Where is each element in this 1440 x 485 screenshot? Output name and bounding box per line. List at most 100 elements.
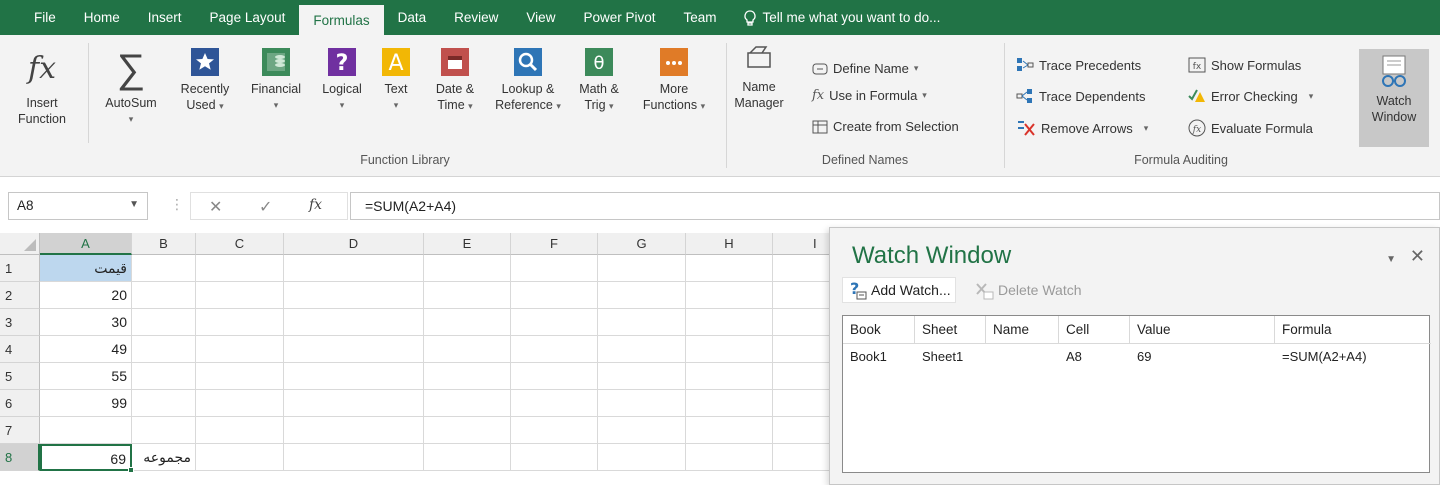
cell[interactable]: 55 — [40, 363, 132, 390]
watch-cell-cell[interactable]: A8 — [1059, 346, 1130, 368]
cell[interactable] — [686, 363, 773, 390]
cell[interactable] — [424, 255, 511, 282]
formula-input[interactable]: =SUM(A2+A4) — [350, 192, 1440, 220]
cell[interactable] — [598, 282, 686, 309]
cell[interactable] — [598, 336, 686, 363]
use-in-formula-button[interactable]: fx Use in Formula ▾ — [812, 88, 927, 103]
active-cell[interactable]: 69 — [40, 444, 132, 471]
cell[interactable] — [511, 363, 598, 390]
tab-team[interactable]: Team — [669, 0, 730, 35]
row-header[interactable]: 7 — [0, 417, 40, 444]
cell[interactable] — [284, 363, 424, 390]
evaluate-formula-button[interactable]: fx Evaluate Formula — [1188, 119, 1313, 137]
cell[interactable] — [424, 309, 511, 336]
cell[interactable] — [196, 390, 284, 417]
cell[interactable] — [511, 417, 598, 444]
watch-cell-value[interactable]: 69 — [1130, 346, 1275, 368]
row-header[interactable]: 1 — [0, 255, 40, 282]
error-checking-button[interactable]: Error Checking ▾ — [1188, 88, 1313, 104]
row-header[interactable]: 3 — [0, 309, 40, 336]
tab-home[interactable]: Home — [70, 0, 134, 35]
cell[interactable] — [598, 255, 686, 282]
watch-header-name[interactable]: Name — [986, 316, 1059, 344]
cell[interactable] — [511, 282, 598, 309]
logical-button[interactable]: ? Logical ▾ — [312, 47, 372, 113]
cell[interactable] — [40, 417, 132, 444]
cell[interactable] — [284, 390, 424, 417]
cell[interactable]: 20 — [40, 282, 132, 309]
cell[interactable] — [686, 444, 773, 471]
row-header[interactable]: 4 — [0, 336, 40, 363]
cell[interactable] — [424, 390, 511, 417]
cell[interactable]: 49 — [40, 336, 132, 363]
autosum-button[interactable]: ∑ AutoSum ▾ — [95, 47, 167, 127]
delete-watch-button[interactable]: Delete Watch — [970, 277, 1086, 303]
cell[interactable] — [284, 309, 424, 336]
watch-header-sheet[interactable]: Sheet — [915, 316, 986, 344]
cell[interactable] — [686, 390, 773, 417]
row-header[interactable]: 5 — [0, 363, 40, 390]
drag-handle-icon[interactable]: ⋮ — [170, 196, 184, 213]
tab-insert[interactable]: Insert — [134, 0, 196, 35]
confirm-icon[interactable]: ✓ — [259, 197, 272, 217]
cell[interactable] — [196, 417, 284, 444]
more-functions-button[interactable]: More Functions ▾ — [632, 47, 716, 114]
cell[interactable] — [132, 255, 196, 282]
cell[interactable] — [424, 444, 511, 471]
financial-button[interactable]: Financial ▾ — [240, 47, 312, 113]
cell[interactable] — [196, 255, 284, 282]
tell-me-box[interactable]: Tell me what you want to do... — [731, 0, 940, 35]
cell[interactable] — [284, 417, 424, 444]
insert-function-button[interactable]: fx Insert Function — [12, 47, 72, 127]
cell[interactable] — [686, 336, 773, 363]
cell[interactable] — [511, 390, 598, 417]
cell[interactable] — [598, 363, 686, 390]
tab-file[interactable]: File — [20, 0, 70, 35]
cell[interactable]: 99 — [40, 390, 132, 417]
date-time-button[interactable]: Date & Time ▾ — [424, 47, 486, 114]
cell[interactable] — [598, 309, 686, 336]
remove-arrows-button[interactable]: Remove Arrows ▾ — [1016, 119, 1148, 137]
cell[interactable] — [132, 336, 196, 363]
cell[interactable]: قیمت — [40, 255, 132, 282]
cell[interactable] — [132, 282, 196, 309]
chevron-down-icon[interactable]: ▼ — [1386, 254, 1396, 265]
trace-precedents-button[interactable]: Trace Precedents — [1016, 57, 1141, 73]
column-header-c[interactable]: C — [196, 233, 284, 255]
cell[interactable] — [132, 390, 196, 417]
lookup-reference-button[interactable]: Lookup & Reference ▾ — [490, 47, 566, 114]
cell[interactable] — [196, 444, 284, 471]
show-formulas-button[interactable]: fx Show Formulas — [1188, 57, 1301, 73]
cell[interactable] — [511, 336, 598, 363]
watch-cell-name[interactable] — [986, 346, 1059, 368]
watch-cell-sheet[interactable]: Sheet1 — [915, 346, 986, 368]
cell[interactable] — [196, 282, 284, 309]
cell[interactable] — [196, 363, 284, 390]
column-header-h[interactable]: H — [686, 233, 773, 255]
cell[interactable] — [132, 309, 196, 336]
cell[interactable] — [511, 255, 598, 282]
tab-review[interactable]: Review — [440, 0, 512, 35]
column-header-d[interactable]: D — [284, 233, 424, 255]
watch-header-cell[interactable]: Cell — [1059, 316, 1130, 344]
column-header-g[interactable]: G — [598, 233, 686, 255]
recently-used-button[interactable]: Recently Used ▾ — [170, 47, 240, 114]
cell[interactable] — [424, 363, 511, 390]
cell[interactable] — [686, 309, 773, 336]
cell[interactable]: مجموعه — [132, 444, 196, 471]
close-icon[interactable]: ✕ — [1410, 246, 1425, 266]
watch-cell-formula[interactable]: =SUM(A2+A4) — [1275, 346, 1431, 368]
cell[interactable] — [132, 363, 196, 390]
watch-window-button[interactable]: Watch Window — [1359, 49, 1429, 147]
watch-cell-book[interactable]: Book1 — [843, 346, 915, 368]
watch-header-value[interactable]: Value — [1130, 316, 1275, 344]
cell[interactable] — [284, 444, 424, 471]
row-header[interactable]: 6 — [0, 390, 40, 417]
cell[interactable] — [132, 417, 196, 444]
add-watch-button[interactable]: ? Add Watch... — [842, 277, 956, 303]
cell[interactable]: 30 — [40, 309, 132, 336]
text-button[interactable]: A Text ▾ — [376, 47, 416, 113]
row-header[interactable]: 2 — [0, 282, 40, 309]
cell[interactable] — [424, 282, 511, 309]
name-box[interactable]: A8 ▼ — [8, 192, 148, 220]
